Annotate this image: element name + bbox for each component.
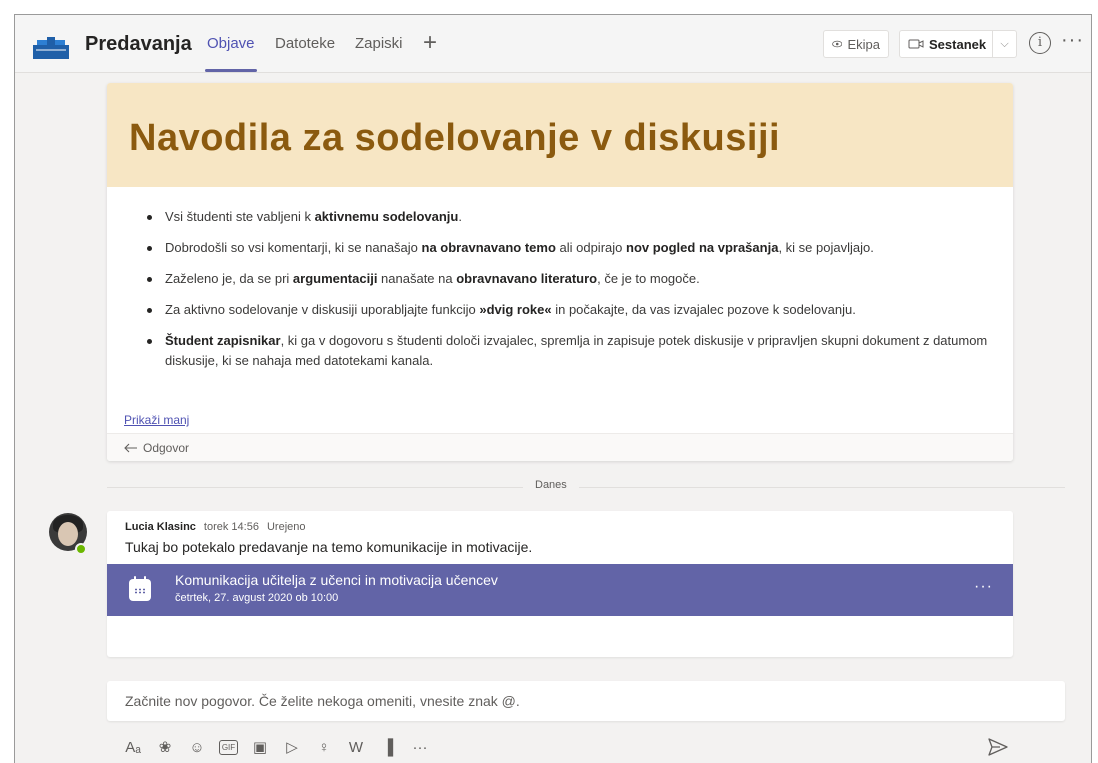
- wiki-icon[interactable]: W: [346, 737, 366, 757]
- stream-icon[interactable]: ▐: [378, 737, 398, 757]
- guideline-emphasis: Študent zapisnikar: [165, 333, 281, 348]
- guideline-item: Dobrodošli so vsi komentarji, ki se nana…: [147, 238, 1007, 258]
- emoji-icon[interactable]: ☺: [187, 737, 207, 757]
- compose-toolbar: Aₐ ❀ ☺ GIF ▣ ▷ ♀ W ▐ ···: [123, 737, 430, 757]
- guideline-item: Za aktivno sodelovanje v diskusiji upora…: [147, 300, 1007, 320]
- announcement-title: Navodila za sodelovanje v diskusiji: [129, 117, 781, 159]
- format-icon[interactable]: Aₐ: [123, 737, 143, 757]
- tab-datoteke[interactable]: Datoteke: [275, 35, 335, 52]
- sticker-icon[interactable]: ▣: [250, 737, 270, 757]
- ekipa-button[interactable]: Ekipa: [823, 30, 889, 58]
- message-author[interactable]: Lucia Klasinc: [125, 521, 196, 533]
- calendar-icon: [129, 576, 151, 601]
- more-options-icon[interactable]: ···: [1061, 29, 1084, 52]
- guideline-emphasis: na obravnavano temo: [421, 240, 556, 255]
- message-meta: Lucia Klasinc torek 14:56 Urejeno: [125, 521, 306, 533]
- guideline-text: ali odpirajo: [555, 240, 626, 255]
- date-divider-line: [107, 487, 1065, 488]
- reply-button[interactable]: Odgovor: [124, 441, 189, 455]
- tab-zapiski[interactable]: Zapiski: [355, 35, 403, 52]
- announcement-post: Navodila za sodelovanje v diskusiji Vsi …: [107, 83, 1013, 461]
- guideline-item: Študent zapisnikar, ki ga v dogovoru s š…: [147, 331, 1007, 371]
- presence-available-icon: [75, 543, 87, 555]
- reply-label: Odgovor: [143, 441, 190, 455]
- sestanek-label: Sestanek: [929, 36, 987, 52]
- tab-objave[interactable]: Objave: [207, 35, 255, 52]
- guideline-text: nanašate na: [377, 271, 457, 286]
- praise-icon[interactable]: ♀: [314, 737, 334, 757]
- message-time: torek 14:56: [203, 521, 259, 533]
- teams-window: Predavanja Objave Datoteke Zapiski + Eki…: [14, 14, 1092, 763]
- guideline-text: Za aktivno sodelovanje v diskusiji upora…: [165, 302, 480, 317]
- eye-icon: [832, 40, 843, 48]
- guideline-emphasis: argumentaciji: [292, 271, 378, 286]
- video-camera-icon: [908, 39, 924, 49]
- compose-placeholder: Začnite nov pogovor. Če želite nekoga om…: [125, 693, 520, 709]
- guideline-text: Vsi študenti ste vabljeni k: [165, 209, 315, 224]
- edited-label: Urejeno: [266, 521, 306, 533]
- guidelines-list: Vsi študenti ste vabljeni k aktivnemu so…: [147, 207, 1007, 382]
- guideline-item: Vsi študenti ste vabljeni k aktivnemu so…: [147, 207, 1007, 227]
- guideline-text: , ki se pojavljajo.: [778, 240, 874, 255]
- attach-icon[interactable]: ❀: [155, 737, 175, 757]
- more-options-icon[interactable]: ···: [410, 737, 430, 757]
- message-text: Tukaj bo potekalo predavanje na temo kom…: [125, 539, 533, 555]
- gif-icon[interactable]: GIF: [219, 739, 238, 755]
- meeting-date: četrtek, 27. avgust 2020 ob 10:00: [175, 592, 339, 604]
- guideline-text: , ki ga v dogovoru s študenti določi izv…: [165, 333, 988, 368]
- team-logo-icon: [33, 37, 69, 59]
- date-divider-label: Danes: [523, 479, 579, 491]
- guideline-text: Zaželeno je, da se pri: [165, 271, 293, 286]
- guideline-text: , če je to mogoče.: [597, 271, 700, 286]
- guideline-emphasis: aktivnemu sodelovanju: [314, 209, 459, 224]
- chevron-down-icon[interactable]: ⌵: [992, 31, 1016, 57]
- sestanek-button[interactable]: Sestanek ⌵: [899, 30, 1017, 58]
- send-icon[interactable]: [987, 737, 1009, 757]
- reply-arrow-icon: [124, 443, 137, 453]
- guideline-item: Zaželeno je, da se pri argumentaciji nan…: [147, 269, 1007, 289]
- guideline-text: .: [458, 209, 462, 224]
- meeting-more-icon[interactable]: ···: [974, 578, 993, 596]
- channel-header: Predavanja Objave Datoteke Zapiski + Eki…: [15, 15, 1091, 73]
- compose-box[interactable]: Začnite nov pogovor. Če želite nekoga om…: [107, 681, 1065, 721]
- guideline-text: in počakajte, da vas izvajalec pozove k …: [551, 302, 856, 317]
- guideline-emphasis: obravnavano literaturo: [456, 271, 598, 286]
- meet-now-icon[interactable]: ▷: [282, 737, 302, 757]
- reply-bar[interactable]: Odgovor: [107, 433, 1013, 461]
- announcement-banner: Navodila za sodelovanje v diskusiji: [107, 83, 1013, 187]
- message-post: Lucia Klasinc torek 14:56 Urejeno Tukaj …: [107, 511, 1013, 657]
- meeting-title: Komunikacija učitelja z učenci in motiva…: [175, 572, 498, 588]
- team-name: Predavanja: [85, 33, 192, 55]
- info-icon[interactable]: i: [1029, 32, 1051, 54]
- guideline-text: Dobrodošli so vsi komentarji, ki se nana…: [165, 240, 422, 255]
- guideline-emphasis: nov pogled na vprašanja: [626, 240, 779, 255]
- show-less-link[interactable]: Prikaži manj: [124, 413, 189, 427]
- guideline-emphasis: »dvig roke«: [479, 302, 552, 317]
- meeting-card[interactable]: Komunikacija učitelja z učenci in motiva…: [107, 564, 1013, 616]
- add-tab-button[interactable]: +: [423, 29, 437, 57]
- ekipa-label: Ekipa: [847, 36, 880, 52]
- active-tab-indicator: [205, 69, 257, 72]
